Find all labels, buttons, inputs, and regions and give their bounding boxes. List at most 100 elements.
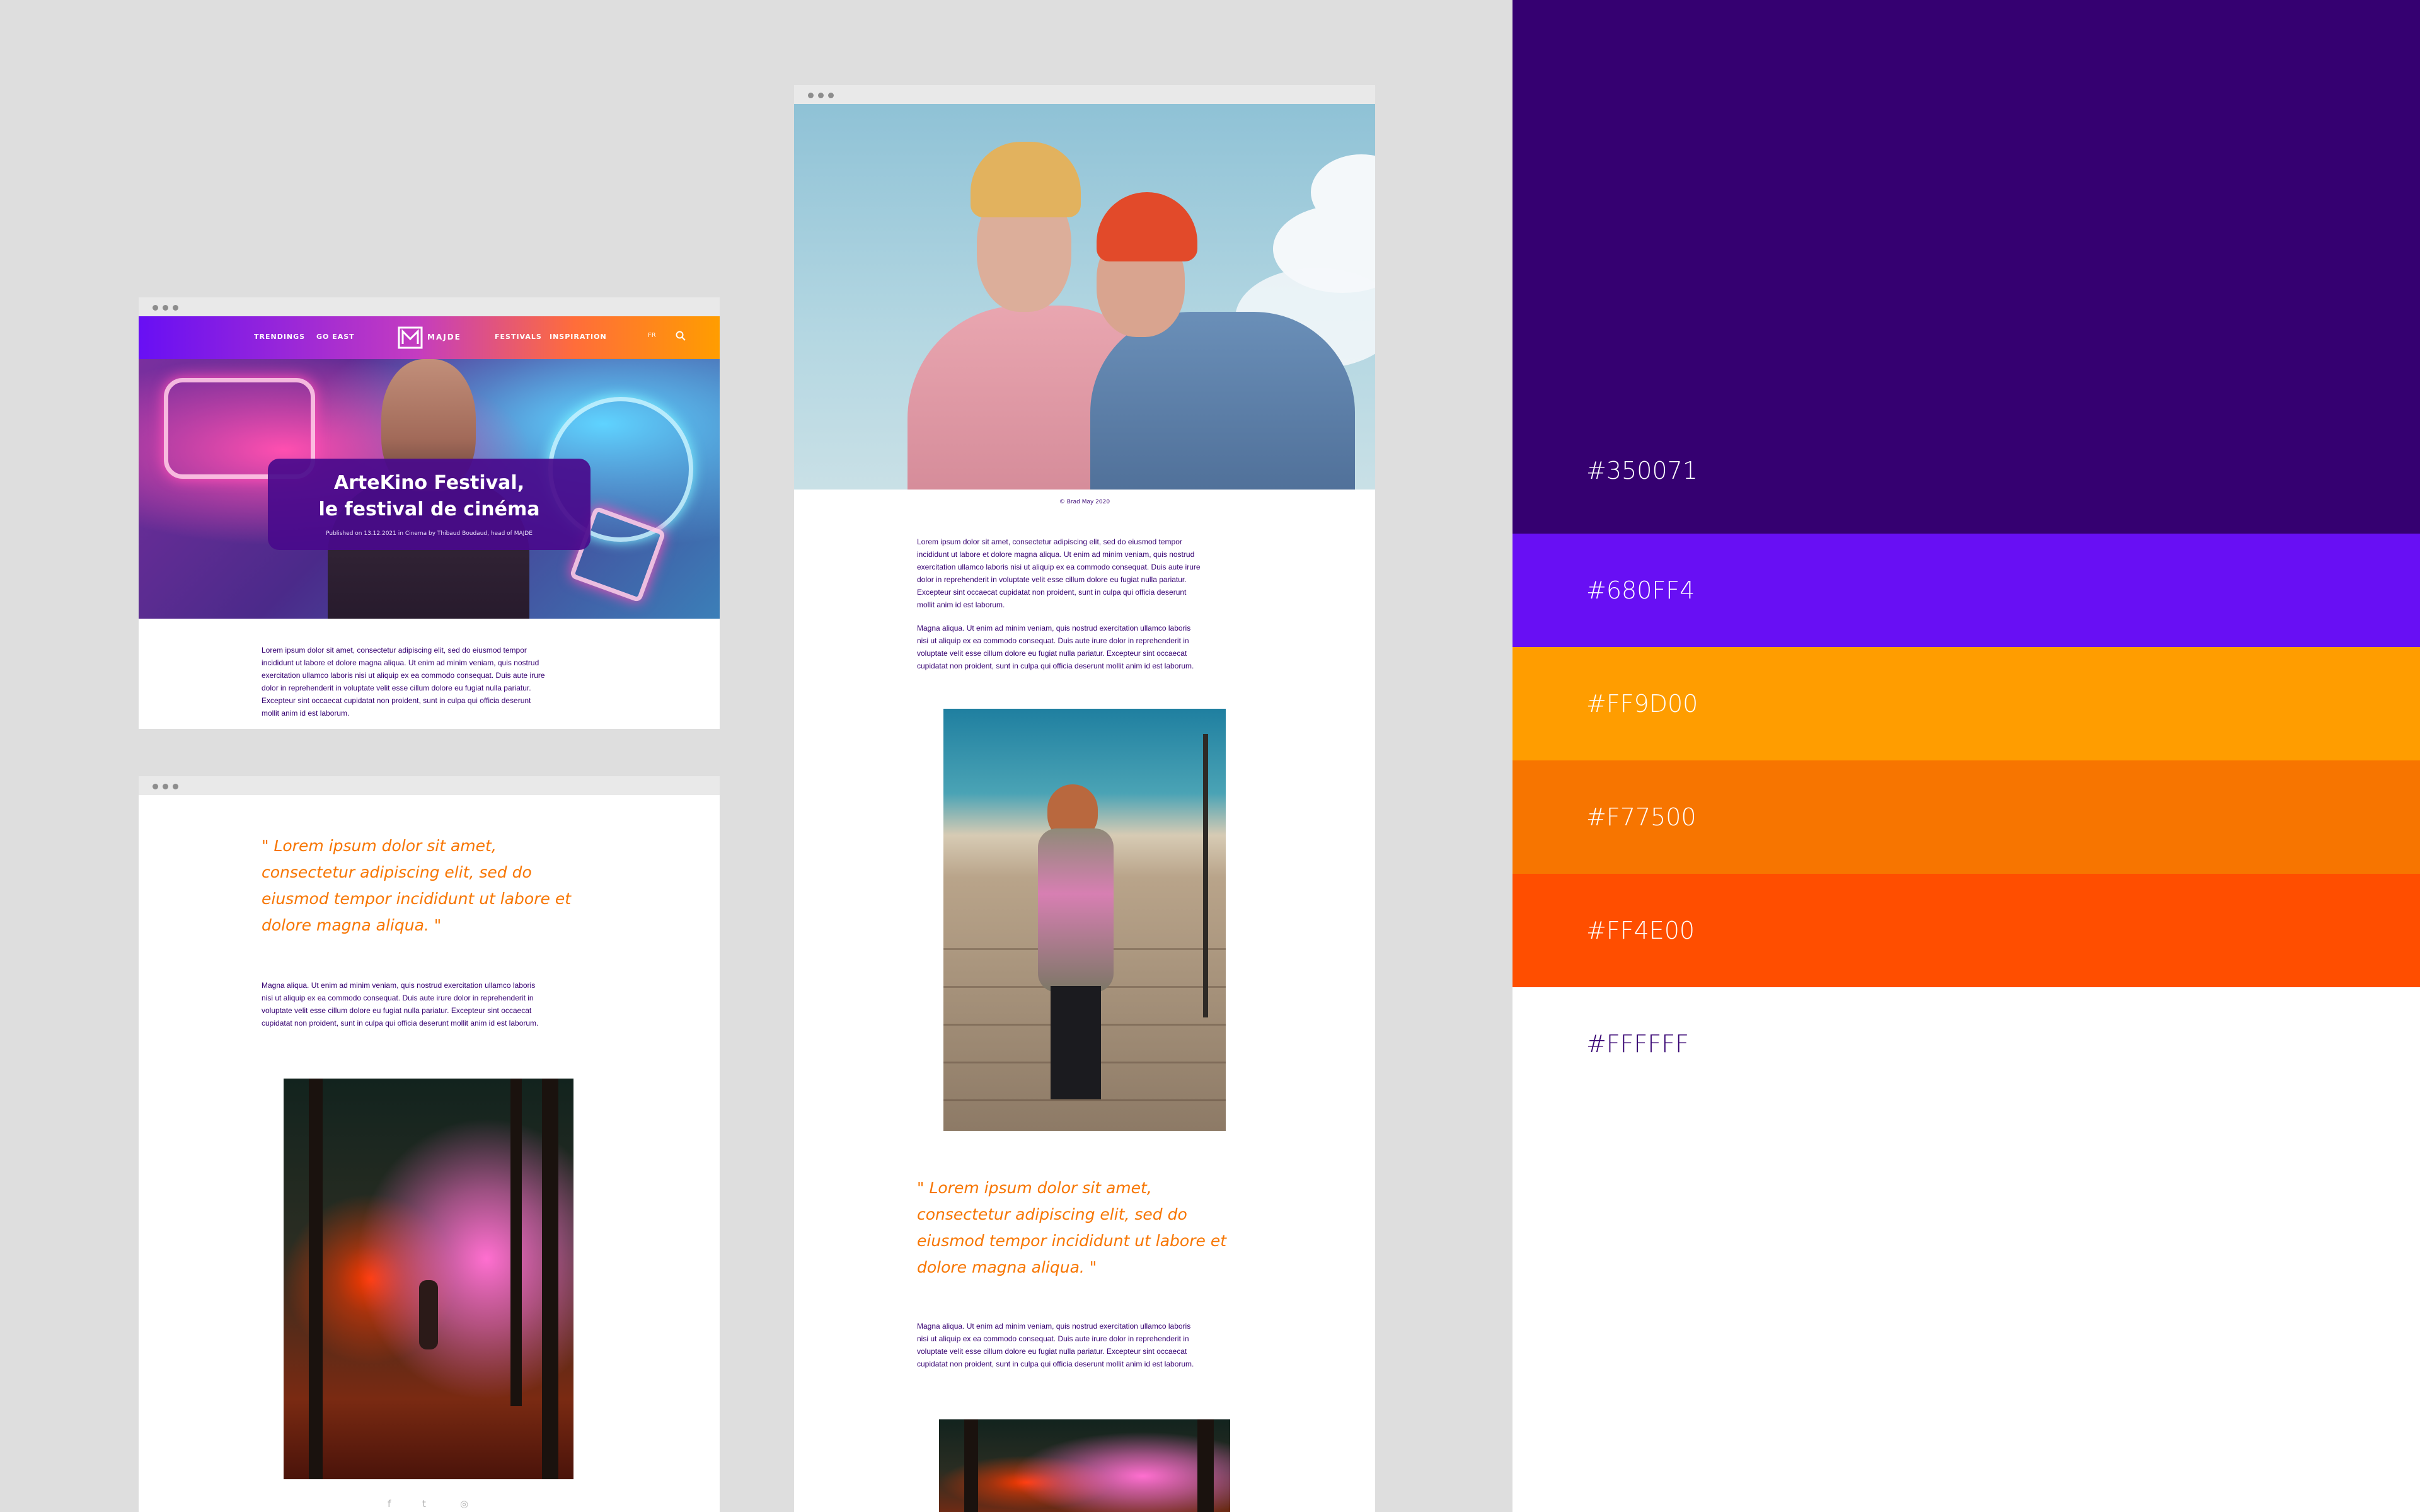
quote-line: dolore magna aliqua. ": [917, 1258, 1097, 1276]
text-line: mollit anim id est laborum.: [262, 709, 350, 718]
pull-quote: " Lorem ipsum dolor sit amet, consectetu…: [917, 1175, 1226, 1281]
nav-link-inspiration[interactable]: INSPIRATION: [550, 333, 607, 341]
swatch-hex-label: #350071: [1586, 457, 1698, 484]
window-dot-icon: [828, 93, 834, 98]
text-line: voluptate velit esse cillum dolore eu fu…: [917, 649, 1187, 658]
window-dot-icon: [173, 784, 178, 789]
facebook-icon[interactable]: f: [388, 1498, 391, 1509]
quote-line: eiusmod tempor incididunt ut labore et: [917, 1232, 1227, 1250]
text-line: Magna aliqua. Ut enim ad minim veniam, q…: [917, 1322, 1191, 1331]
article-title-line1: ArteKino Festival,: [333, 472, 525, 494]
quote-line: consectetur adipiscing elit, sed do: [917, 1205, 1187, 1223]
photographer-coat: [1038, 828, 1114, 992]
pull-quote: " Lorem ipsum dolor sit amet, consectetu…: [262, 833, 571, 939]
window-dot-icon: [153, 784, 158, 789]
text-line: nisi ut aliquip ex ea commodo consequat.…: [917, 1334, 1189, 1343]
window-dot-icon: [173, 305, 178, 311]
twitter-icon[interactable]: t: [422, 1498, 426, 1509]
swatch-hex-label: #FF4E00: [1586, 917, 1695, 944]
article-paragraph-1: Lorem ipsum dolor sit amet, consectetur …: [917, 536, 1201, 611]
majde-logo-icon[interactable]: [398, 325, 423, 350]
text-line: Excepteur sint occaecat cupidatat non pr…: [262, 696, 531, 705]
text-line: nisi ut aliquip ex ea commodo consequat.…: [917, 636, 1189, 645]
tree-trunk: [510, 1079, 522, 1406]
brand-name: MAJDE: [427, 333, 461, 341]
yellow-beanie: [971, 142, 1081, 217]
palette-swatch-orange: #F77500: [1512, 760, 2420, 874]
window-dot-icon: [818, 93, 824, 98]
photo-caption: © Brad May 2020: [1059, 499, 1110, 505]
text-line: cupidatat non proident, sunt in culpa qu…: [917, 662, 1194, 670]
browser-title-bar: [139, 297, 720, 316]
browser-title-bar: [794, 85, 1375, 104]
tree-trunk: [1197, 1419, 1214, 1512]
palette-swatch-orange-light: #FF9D00: [1512, 647, 2420, 760]
text-line: dolor in reprehenderit in voluptate veli…: [917, 575, 1187, 584]
article-meta: Published on 13.12.2021 in Cinema by Thi…: [326, 530, 533, 537]
article-title-card: ArteKino Festival, le festival de cinéma…: [268, 459, 591, 550]
text-line: exercitation ullamco laboris nisi ut ali…: [917, 563, 1201, 571]
quote-line: " Lorem ipsum dolor sit amet,: [917, 1179, 1152, 1197]
window-dot-icon: [163, 305, 168, 311]
text-line: nisi ut aliquip ex ea commodo consequat.…: [262, 994, 534, 1002]
denim-jacket: [1090, 312, 1355, 490]
browser-title-bar: [139, 776, 720, 795]
red-beanie: [1097, 192, 1197, 261]
article-intro-text: Lorem ipsum dolor sit amet, consectetur …: [262, 644, 545, 719]
text-line: voluptate velit esse cillum dolore eu fu…: [917, 1347, 1187, 1356]
quote-line: dolore magna aliqua. ": [262, 916, 442, 934]
long-article-window: © Brad May 2020 Lorem ipsum dolor sit am…: [794, 85, 1375, 1512]
text-line: cupidatat non proident, sunt in culpa qu…: [262, 1019, 539, 1028]
text-line: voluptate velit esse cillum dolore eu fu…: [262, 1006, 532, 1015]
text-line: Lorem ipsum dolor sit amet, consectetur …: [917, 537, 1182, 546]
instagram-icon[interactable]: ◎: [460, 1498, 468, 1509]
forest-smoke-photo: [939, 1419, 1230, 1512]
hero-image-neon-portrait: ArteKino Festival, le festival de cinéma…: [139, 359, 720, 619]
text-line: cupidatat non proident, sunt in culpa qu…: [917, 1360, 1194, 1368]
top-navigation: TRENDINGS GO EAST MAJDE FESTIVALS INSPIR…: [139, 316, 720, 359]
person-figure: [419, 1280, 438, 1349]
nav-link-festivals[interactable]: FESTIVALS: [495, 333, 542, 341]
nav-link-trendings[interactable]: TRENDINGS: [254, 333, 305, 341]
text-line: Lorem ipsum dolor sit amet, consectetur …: [262, 646, 527, 655]
search-icon[interactable]: [675, 330, 686, 341]
nav-link-go-east[interactable]: GO EAST: [316, 333, 355, 341]
article-paragraph-2: Magna aliqua. Ut enim ad minim veniam, q…: [917, 622, 1194, 672]
forest-smoke-photo: [284, 1079, 573, 1479]
text-line: Magna aliqua. Ut enim ad minim veniam, q…: [917, 624, 1191, 633]
quote-body-text: Magna aliqua. Ut enim ad minim veniam, q…: [262, 979, 538, 1029]
two-women-photo: [794, 104, 1375, 490]
quote-line: consectetur adipiscing elit, sed do: [262, 863, 532, 881]
text-line: incididunt ut labore et dolore magna ali…: [262, 658, 539, 667]
palette-swatch-violet: #680FF4: [1512, 534, 2420, 647]
boardwalk-plank: [943, 1099, 1226, 1101]
window-dot-icon: [153, 305, 158, 311]
palette-swatch-purple-dark: #350071: [1512, 0, 2420, 534]
article-header-window: TRENDINGS GO EAST MAJDE FESTIVALS INSPIR…: [139, 297, 720, 729]
language-switch[interactable]: FR: [648, 332, 656, 339]
swatch-hex-label: #FFFFFF: [1586, 1030, 1689, 1058]
text-line: Magna aliqua. Ut enim ad minim veniam, q…: [262, 981, 536, 990]
photographer-legs: [1051, 986, 1101, 1099]
tree-trunk: [309, 1079, 323, 1479]
quote-article-window: " Lorem ipsum dolor sit amet, consectetu…: [139, 776, 720, 1512]
text-line: Excepteur sint occaecat cupidatat non pr…: [917, 588, 1187, 597]
palette-swatch-white: #FFFFFF: [1512, 987, 2420, 1512]
window-dot-icon: [808, 93, 814, 98]
text-line: dolor in reprehenderit in voluptate veli…: [262, 684, 531, 692]
text-line: mollit anim id est laborum.: [917, 600, 1005, 609]
text-line: incididunt ut labore et dolore magna ali…: [917, 550, 1195, 559]
lamp-post: [1203, 734, 1208, 1017]
swatch-hex-label: #680FF4: [1586, 576, 1695, 604]
quote-line: " Lorem ipsum dolor sit amet,: [262, 837, 497, 855]
tree-trunk: [964, 1419, 978, 1512]
quote-line: eiusmod tempor incididunt ut labore et: [262, 890, 572, 908]
boardwalk-photographer-photo: [943, 709, 1226, 1131]
text-line: exercitation ullamco laboris nisi ut ali…: [262, 671, 545, 680]
swatch-hex-label: #F77500: [1586, 803, 1697, 831]
tree-trunk: [542, 1079, 558, 1479]
article-title-line2: le festival de cinéma: [318, 498, 540, 520]
article-paragraph-3: Magna aliqua. Ut enim ad minim veniam, q…: [917, 1320, 1194, 1370]
swatch-hex-label: #FF9D00: [1586, 690, 1698, 718]
palette-swatch-orange-red: #FF4E00: [1512, 874, 2420, 987]
